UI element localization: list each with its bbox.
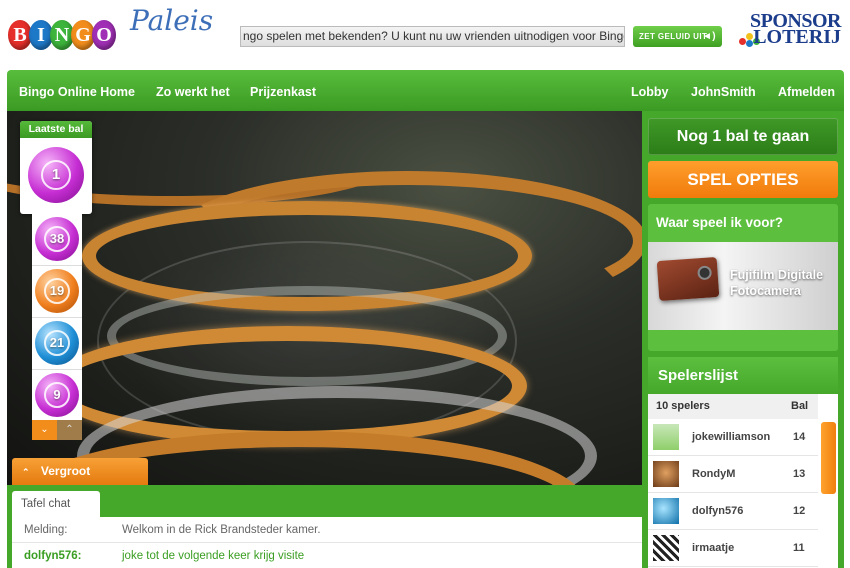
generic-avatar-icon [653,424,679,450]
ball-history: 38 19 21 9 [32,214,82,422]
chat-text: Welkom in de Rick Brandsteder kamer. [122,524,321,536]
news-ticker: ngo spelen met bekenden? U kunt nu uw vr… [240,26,625,47]
chat-message: Melding: Welkom in de Rick Brandsteder k… [12,517,642,543]
speaker-icon: ◄) [701,31,716,42]
game-stage-image [7,111,642,485]
player-list: Spelerslijst 10 spelers Bal jokewilliams… [648,357,838,568]
logo-balls: B I N G O [8,20,116,50]
nav-afmelden[interactable]: Afmelden [778,70,835,115]
cat-avatar-icon [653,461,679,487]
ball-number: 9 [44,382,70,408]
chat-sender[interactable]: dolfyn576: [24,543,82,568]
last-ball-number: 1 [41,160,71,190]
bingo-ball: 9 [35,373,79,417]
prize-banner[interactable]: Fujifilm Digitale Fotocamera [648,242,838,330]
chevron-up-icon[interactable]: ⌃ [57,420,82,440]
history-item: 38 [32,214,82,266]
main-nav: Bingo Online Home Zo werkt het Prijzenka… [7,70,844,111]
player-name: irmaatje [692,542,735,554]
chevron-up-icon: ⌃ [22,467,30,477]
pattern-avatar-icon [653,535,679,561]
player-bal: 12 [793,505,806,517]
last-ball: 1 [28,147,84,203]
last-ball-label: Laatste bal [20,121,92,138]
player-name: jokewilliamson [692,431,771,443]
player-bal: 13 [793,468,806,480]
enlarge-chat-button[interactable]: ⌃ Vergroot chatroom [12,458,148,506]
ball-number: 38 [44,226,70,252]
sound-off-button[interactable]: ZET GELUID UIT ◄) [633,26,722,47]
chat-sender: Melding: [24,524,68,536]
bingo-page: B I N G O Paleis ngo spelen met bekenden… [0,0,850,568]
nav-zo-werkt-het[interactable]: Zo werkt het [156,70,230,115]
game-options-button[interactable]: SPEL OPTIES [648,161,838,198]
history-scroll: ⌄ ⌃ [32,420,82,440]
ball-number: 19 [44,278,70,304]
nav-prijzenkast[interactable]: Prijzenkast [250,70,316,115]
bal-column-header: Bal [791,400,809,412]
player-row[interactable]: irmaatje 11 [648,530,818,567]
bingo-paleis-logo[interactable]: B I N G O Paleis [8,4,214,56]
logo-ball: O [92,20,116,50]
nav-home[interactable]: Bingo Online Home [19,70,135,115]
player-row[interactable]: RondyM 13 [648,456,818,493]
logo-script: Paleis [130,4,214,37]
prize-panel: Waar speel ik voor? Fujifilm Digitale Fo… [648,204,838,351]
player-bal: 11 [793,542,805,554]
chat-text: joke tot de volgende keer krijg visite [122,550,305,562]
history-item: 19 [32,266,82,318]
player-bal: 14 [793,431,806,443]
balls-remaining-status: Nog 1 bal te gaan [648,118,838,155]
bingo-ball: 38 [35,217,79,261]
last-ball-panel: Laatste bal 1 [20,121,92,214]
player-list-title: Spelerslijst [648,357,838,394]
camera-image [656,256,720,302]
chevron-down-icon[interactable]: ⌄ [32,420,57,440]
player-list-header: 10 spelers Bal [648,394,818,419]
prize-title: Waar speel ik voor? [656,215,784,230]
bingo-ball: 19 [35,269,79,313]
nav-lobby[interactable]: Lobby [631,70,669,115]
chat-message: dolfyn576: joke tot de volgende keer kri… [12,543,642,568]
ball-number: 21 [44,330,70,356]
bingo-ball: 21 [35,321,79,365]
player-row[interactable]: dolfyn576 12 [648,493,818,530]
player-row[interactable]: jokewilliamson 14 [648,419,818,456]
history-item: 21 [32,318,82,370]
player-name: dolfyn576 [692,505,744,517]
nav-username[interactable]: JohnSmith [691,70,756,115]
prize-name: Fujifilm Digitale Fotocamera [730,268,824,298]
sound-button-label: ZET GELUID UIT [639,32,708,41]
sponsor-loterij-logo[interactable]: SPONSOR LOTERIJ [737,10,841,48]
dolphin-avatar-icon [653,498,679,524]
tab-tafel-chat[interactable]: Tafel chat [12,491,100,518]
loterij-word: LOTERIJ [753,26,841,48]
player-count: 10 spelers [656,400,710,412]
history-item: 9 [32,370,82,422]
player-name: RondyM [692,468,736,480]
scrollbar-thumb[interactable] [821,422,836,494]
